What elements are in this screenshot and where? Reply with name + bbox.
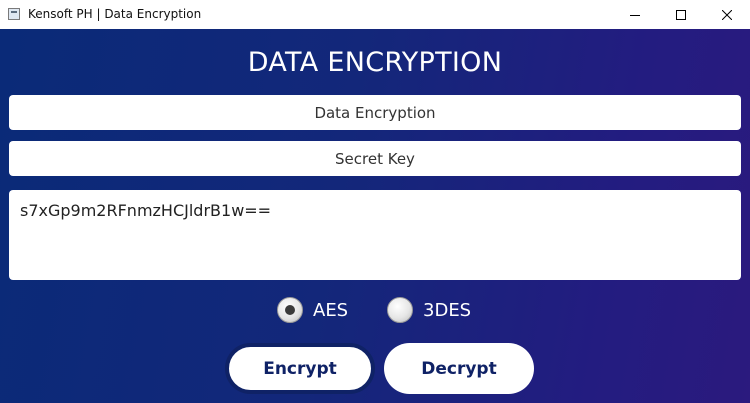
radio-3des-circle[interactable] [387, 297, 413, 323]
minimize-button[interactable] [612, 0, 658, 29]
title-bar: Kensoft PH | Data Encryption [0, 0, 750, 29]
secret-key-placeholder: Secret Key [335, 149, 415, 168]
app-icon [8, 8, 20, 20]
radio-aes-circle[interactable] [277, 297, 303, 323]
page-title: DATA ENCRYPTION [247, 47, 503, 78]
algorithm-radio-group: AES 3DES [0, 295, 750, 325]
maximize-button[interactable] [658, 0, 704, 29]
encrypt-button-label: Encrypt [263, 358, 337, 379]
secret-key-input[interactable]: Secret Key [9, 141, 741, 176]
encrypt-button[interactable]: Encrypt [225, 343, 375, 394]
radio-aes-label: AES [313, 299, 349, 321]
close-icon [722, 9, 732, 20]
radio-3des[interactable]: 3DES [387, 295, 471, 325]
close-button[interactable] [704, 0, 750, 29]
output-text: s7xGp9m2RFnmzHCJldrB1w== [20, 201, 272, 220]
maximize-icon [676, 9, 686, 20]
output-textarea[interactable]: s7xGp9m2RFnmzHCJldrB1w== [9, 190, 741, 280]
window-title: Kensoft PH | Data Encryption [28, 7, 202, 21]
data-input-placeholder: Data Encryption [314, 103, 436, 122]
minimize-icon [630, 14, 640, 16]
data-input[interactable]: Data Encryption [9, 95, 741, 130]
radio-3des-label: 3DES [423, 299, 472, 321]
decrypt-button-label: Decrypt [421, 358, 497, 379]
radio-aes[interactable]: AES [277, 295, 348, 325]
decrypt-button[interactable]: Decrypt [384, 343, 534, 394]
